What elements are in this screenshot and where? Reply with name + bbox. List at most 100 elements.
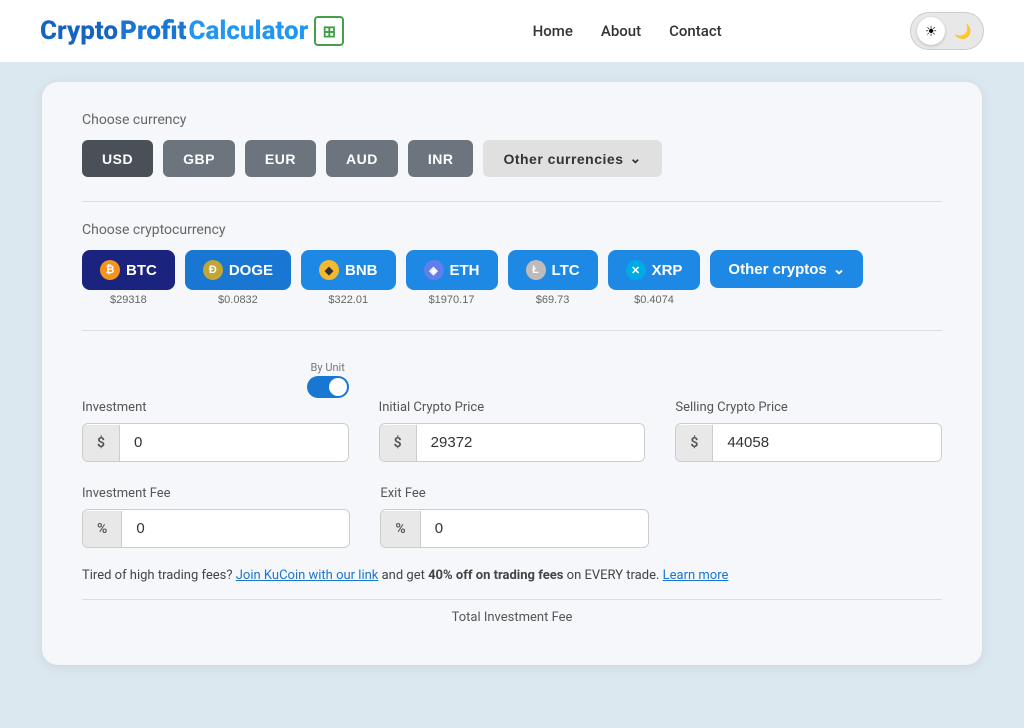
selling-price-group: Selling Crypto Price $: [675, 400, 942, 462]
exit-fee-group: Exit Fee %: [380, 486, 648, 548]
currency-buttons: USD GBP EUR AUD INR Other currencies ⌄: [82, 140, 942, 177]
crypto-doge[interactable]: Ð DOGE $0.0832: [185, 250, 291, 306]
bnb-price: $322.01: [328, 294, 368, 306]
xrp-price: $0.4074: [634, 294, 674, 306]
currency-gbp[interactable]: GBP: [163, 140, 235, 177]
promo-text3: on EVERY trade.: [567, 568, 663, 583]
btc-label: BTC: [126, 262, 157, 279]
currency-divider: [82, 201, 942, 202]
nav-about[interactable]: About: [601, 22, 641, 40]
by-unit-inner: By Unit: [307, 361, 349, 398]
eth-price: $1970.17: [429, 294, 475, 306]
fee-row: Investment Fee % Exit Fee %: [82, 486, 942, 548]
initial-price-input[interactable]: [417, 424, 645, 461]
doge-label: DOGE: [229, 262, 273, 279]
crypto-bnb-inner: ◆ BNB: [301, 250, 396, 290]
ltc-icon: Ł: [526, 260, 546, 280]
nav-links: Home About Contact: [533, 22, 722, 40]
ltc-price: $69.73: [536, 294, 570, 306]
currency-other[interactable]: Other currencies ⌄: [483, 140, 661, 177]
crypto-ltc[interactable]: Ł LTC $69.73: [508, 250, 598, 306]
investment-section: By Unit Investment $ Initial Crypto Pric…: [82, 361, 942, 462]
selling-price-input[interactable]: [713, 424, 941, 461]
btc-icon: ₿: [100, 260, 120, 280]
crypto-xrp[interactable]: ✕ XRP $0.4074: [608, 250, 701, 306]
light-mode-button[interactable]: ☀: [917, 17, 945, 45]
exit-fee-prefix: %: [381, 511, 420, 547]
exit-fee-label: Exit Fee: [380, 486, 648, 501]
xrp-icon: ✕: [626, 260, 646, 280]
main-card: Choose currency USD GBP EUR AUD INR Othe…: [42, 82, 982, 665]
crypto-buttons: ₿ BTC $29318 Ð DOGE $0.0832 ◆ BNB $322.0…: [82, 250, 942, 306]
dark-mode-button[interactable]: 🌙: [949, 17, 977, 45]
inv-fee-input[interactable]: [122, 510, 349, 547]
selling-price-input-group: $: [675, 423, 942, 462]
crypto-xrp-inner: ✕ XRP: [608, 250, 701, 290]
crypto-other-inner: Other cryptos ⌄: [710, 250, 863, 288]
currency-inr[interactable]: INR: [408, 140, 474, 177]
by-unit-toggle[interactable]: [307, 376, 349, 398]
inv-fee-prefix: %: [83, 511, 122, 547]
btc-price: $29318: [110, 294, 147, 306]
crypto-btc[interactable]: ₿ BTC $29318: [82, 250, 175, 306]
inv-fee-input-group: %: [82, 509, 350, 548]
crypto-bnb[interactable]: ◆ BNB $322.01: [301, 250, 396, 306]
crypto-other[interactable]: Other cryptos ⌄: [710, 250, 863, 306]
logo: CryptoProfitCalculator ⊞: [40, 16, 344, 46]
exit-fee-input[interactable]: [421, 510, 648, 547]
total-investment-fee-label: Total Investment Fee: [82, 599, 942, 625]
ltc-label: LTC: [552, 262, 580, 279]
currency-aud[interactable]: AUD: [326, 140, 398, 177]
currency-usd[interactable]: USD: [82, 140, 153, 177]
crypto-divider: [82, 330, 942, 331]
bnb-label: BNB: [345, 262, 378, 279]
promo-text1: Tired of high trading fees?: [82, 568, 233, 583]
navbar: CryptoProfitCalculator ⊞ Home About Cont…: [0, 0, 1024, 62]
chevron-down-icon-crypto: ⌄: [833, 260, 846, 278]
inv-fee-group: Investment Fee %: [82, 486, 350, 548]
eth-label: ETH: [450, 262, 480, 279]
logo-calculator: Calculator: [188, 16, 308, 46]
top-form-row: By Unit Investment $ Initial Crypto Pric…: [82, 361, 942, 462]
nav-home[interactable]: Home: [533, 22, 573, 40]
promo-text: Tired of high trading fees? Join KuCoin …: [82, 568, 942, 583]
doge-icon: Ð: [203, 260, 223, 280]
investment-group: By Unit Investment $: [82, 361, 349, 462]
crypto-section-label: Choose cryptocurrency: [82, 222, 942, 238]
crypto-doge-inner: Ð DOGE: [185, 250, 291, 290]
currency-section: Choose currency USD GBP EUR AUD INR Othe…: [82, 112, 942, 177]
investment-input[interactable]: [120, 424, 348, 461]
logo-profit: Profit: [120, 16, 186, 46]
promo-link2[interactable]: Learn more: [663, 568, 729, 583]
doge-price: $0.0832: [218, 294, 258, 306]
crypto-eth-inner: ◈ ETH: [406, 250, 498, 290]
initial-price-label: Initial Crypto Price: [379, 400, 646, 415]
promo-link1[interactable]: Join KuCoin with our link: [236, 568, 379, 583]
inv-fee-label: Investment Fee: [82, 486, 350, 501]
nav-contact[interactable]: Contact: [669, 22, 722, 40]
chevron-down-icon: ⌄: [630, 150, 642, 167]
fee-placeholder: [679, 486, 942, 548]
other-cryptos-label: Other cryptos: [728, 261, 826, 278]
crypto-eth[interactable]: ◈ ETH $1970.17: [406, 250, 498, 306]
crypto-ltc-inner: Ł LTC: [508, 250, 598, 290]
by-unit-wrapper: By Unit: [82, 361, 349, 398]
currency-section-label: Choose currency: [82, 112, 942, 128]
exit-fee-input-group: %: [380, 509, 648, 548]
crypto-section: Choose cryptocurrency ₿ BTC $29318 Ð DOG…: [82, 222, 942, 306]
initial-price-prefix: $: [380, 425, 417, 461]
initial-price-group: Initial Crypto Price $: [379, 400, 646, 462]
theme-toggle: ☀ 🌙: [910, 12, 984, 50]
promo-text2: and get: [382, 568, 428, 583]
other-currencies-label: Other currencies: [503, 151, 623, 167]
currency-eur[interactable]: EUR: [245, 140, 316, 177]
eth-icon: ◈: [424, 260, 444, 280]
logo-crypto: Crypto: [40, 16, 118, 46]
selling-price-label: Selling Crypto Price: [675, 400, 942, 415]
investment-input-group: $: [82, 423, 349, 462]
bnb-icon: ◆: [319, 260, 339, 280]
xrp-label: XRP: [652, 262, 683, 279]
investment-label: Investment: [82, 400, 349, 415]
promo-bold: 40% off on trading fees: [428, 568, 563, 583]
initial-price-input-group: $: [379, 423, 646, 462]
